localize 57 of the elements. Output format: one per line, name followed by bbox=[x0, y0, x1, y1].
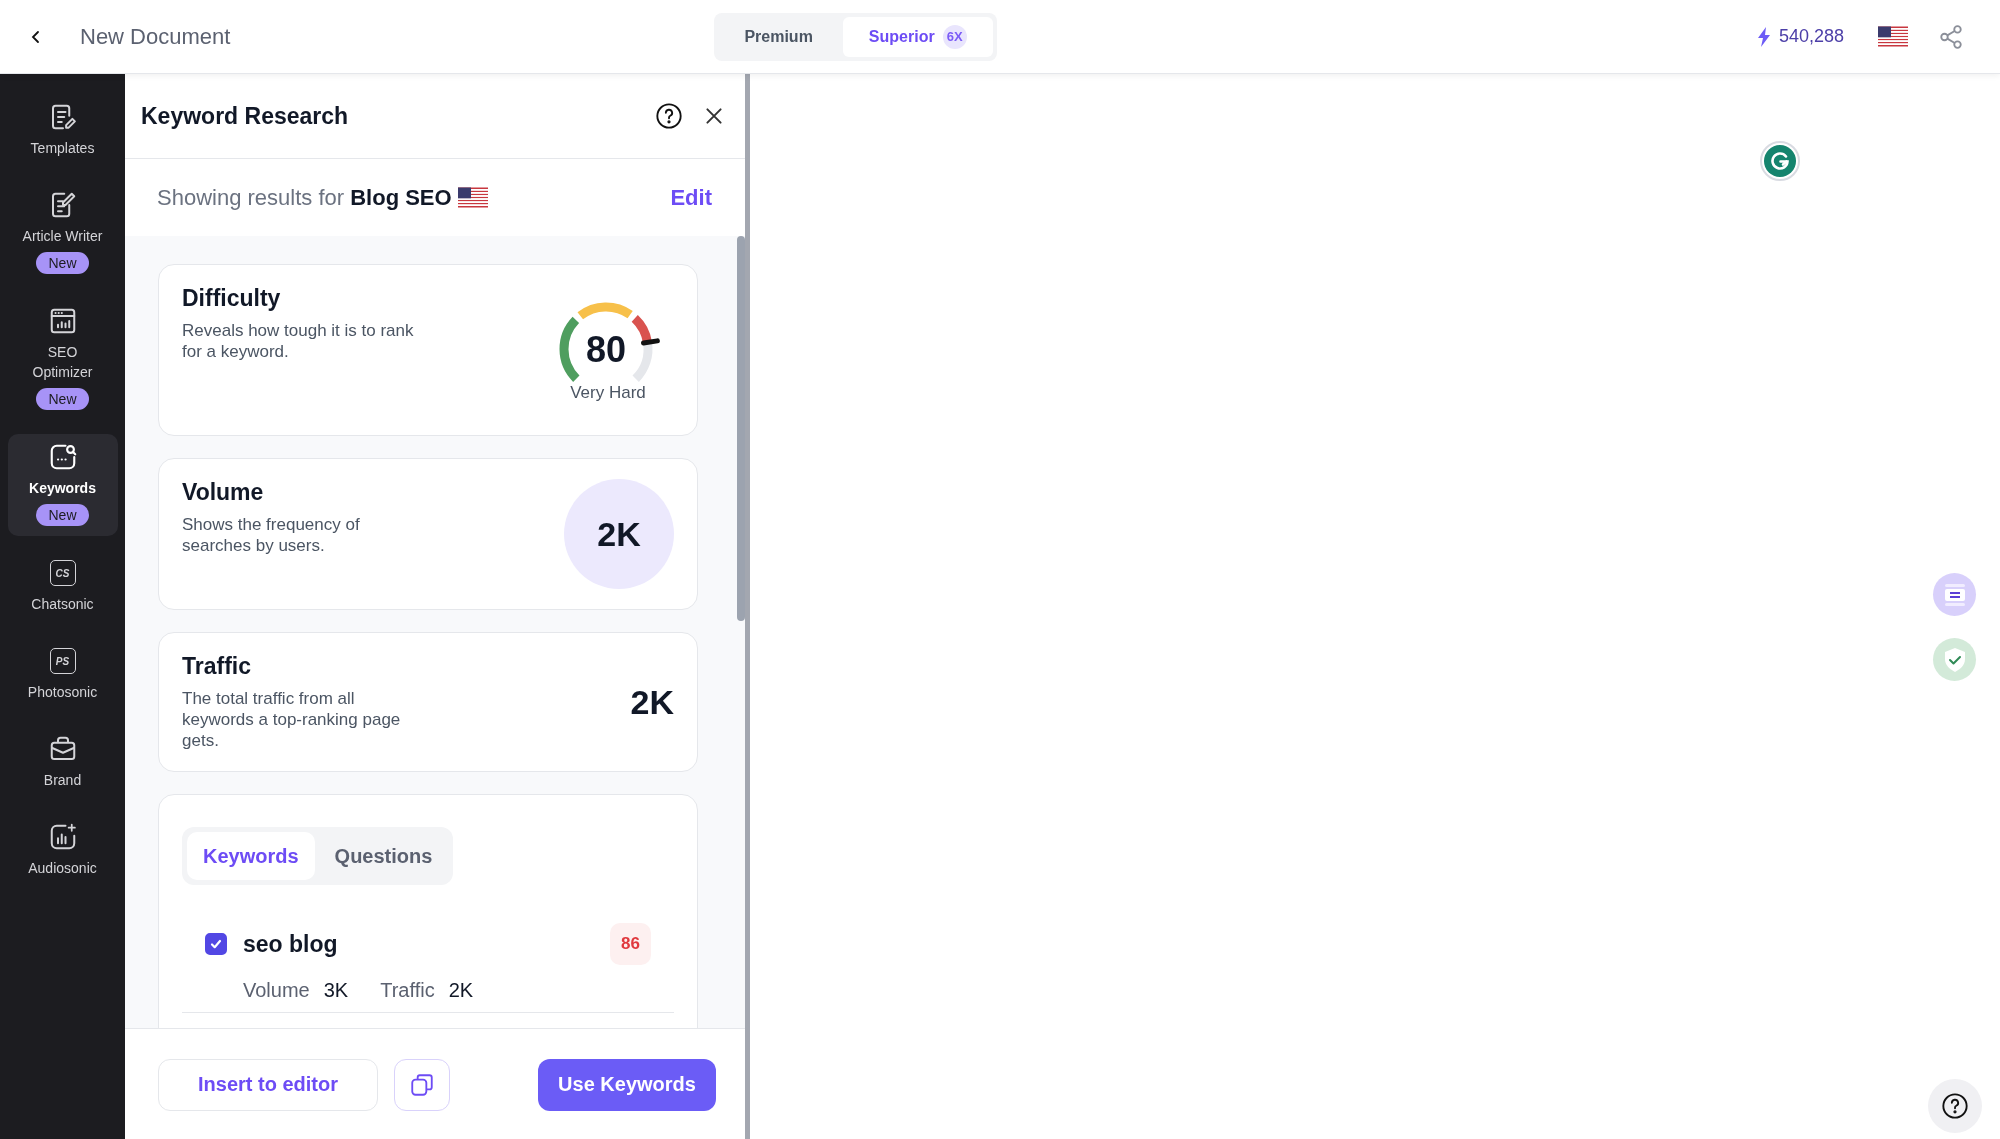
edit-link[interactable]: Edit bbox=[670, 184, 712, 211]
sidebar-item[interactable]: Brand bbox=[7, 726, 118, 800]
metric-title: Traffic bbox=[182, 653, 253, 680]
shield-check-button[interactable] bbox=[1933, 638, 1976, 681]
scrollbar-thumb[interactable] bbox=[737, 236, 745, 621]
volume-value: 2K bbox=[564, 479, 674, 589]
checkmark-icon bbox=[209, 937, 223, 951]
sidebar-item[interactable]: SEO Optimizer New bbox=[7, 298, 118, 420]
use-keywords-button[interactable]: Use Keywords bbox=[538, 1058, 716, 1111]
app-logo-tile: PS bbox=[49, 648, 76, 674]
sidebar-item[interactable]: Templates bbox=[7, 94, 118, 168]
app-logo-tile: CS bbox=[49, 560, 76, 586]
close-icon bbox=[703, 105, 725, 127]
traffic-value: 2K bbox=[630, 682, 674, 722]
metric-description: The total traffic from all keywords a top-ranking page gets. bbox=[182, 688, 402, 751]
sidebar-item[interactable]: Article Writer New bbox=[7, 182, 118, 284]
plan-tab[interactable]: Superior 6X bbox=[842, 16, 993, 57]
share-button[interactable] bbox=[1938, 23, 1964, 50]
stat-label: Volume bbox=[243, 979, 310, 1002]
new-badge: New bbox=[36, 252, 89, 274]
copy-button[interactable] bbox=[394, 1058, 450, 1111]
stat-value: 2K bbox=[448, 979, 474, 1002]
difficulty-value: 80 bbox=[586, 329, 626, 370]
credits-count: 540,288 bbox=[1778, 26, 1844, 47]
shield-check-icon bbox=[1942, 646, 1967, 673]
new-badge: New bbox=[36, 504, 89, 526]
keywords-tab[interactable]: Keywords bbox=[187, 832, 315, 880]
lightning-icon bbox=[1756, 26, 1771, 47]
keywords-tab[interactable]: Questions bbox=[318, 832, 449, 880]
sidebar-item[interactable]: Keywords New bbox=[7, 434, 118, 536]
results-summary: Showing results for Blog SEO bbox=[157, 184, 452, 211]
sidebar-item[interactable]: Audiosonic bbox=[7, 814, 118, 888]
multiplier-badge: 6X bbox=[942, 24, 967, 49]
metric-description: Reveals how tough it is to rank for a keyword. bbox=[182, 320, 415, 362]
stat-label: Traffic bbox=[380, 979, 435, 1002]
panel-title: Keyword Research bbox=[141, 102, 350, 130]
us-flag-icon bbox=[457, 187, 488, 208]
difficulty-score: 86 bbox=[610, 923, 651, 965]
document-title: New Document bbox=[80, 23, 231, 50]
metric-title: Difficulty bbox=[182, 285, 282, 312]
sidebar-item[interactable]: CS Chatsonic bbox=[7, 550, 118, 624]
sidebar-item[interactable]: PS Photosonic bbox=[7, 638, 118, 712]
insert-button[interactable]: Insert to editor bbox=[158, 1058, 378, 1111]
keyword-text: seo blog bbox=[243, 930, 339, 958]
plan-tab[interactable]: Premium bbox=[718, 16, 839, 57]
writing-assistant-button[interactable] bbox=[1760, 141, 1800, 181]
new-badge: New bbox=[36, 388, 89, 410]
keyword-checkbox[interactable] bbox=[205, 933, 227, 955]
metric-description: Shows the frequency of searches by users. bbox=[182, 514, 361, 556]
copy-icon bbox=[409, 1071, 435, 1098]
stat-value: 3K bbox=[323, 979, 349, 1002]
difficulty-rating: Very Hard bbox=[570, 383, 646, 403]
document-lines-icon bbox=[1942, 582, 1967, 607]
help-icon bbox=[1941, 1092, 1969, 1120]
us-flag-icon bbox=[1878, 26, 1908, 47]
metric-title: Volume bbox=[182, 479, 265, 506]
outline-button[interactable] bbox=[1933, 573, 1976, 616]
